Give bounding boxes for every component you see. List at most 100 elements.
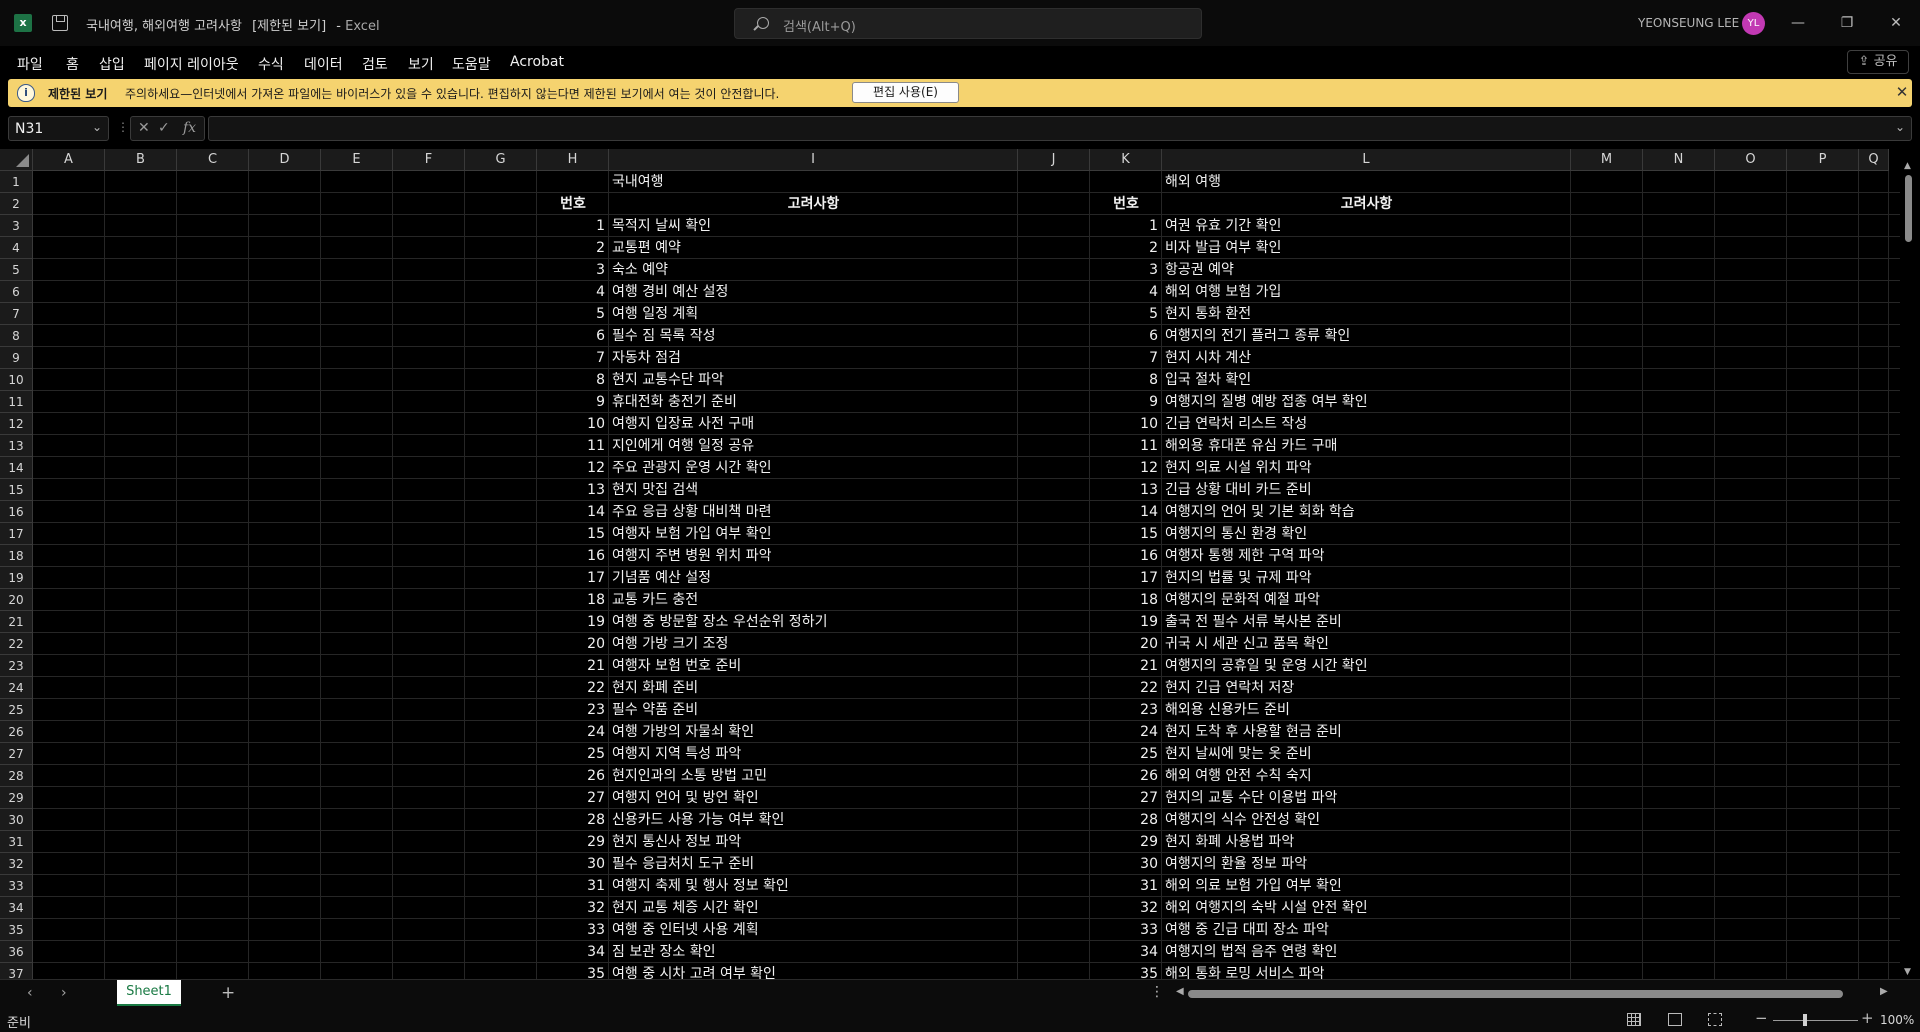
overseas-number-cell[interactable]: 14: [1090, 501, 1162, 523]
column-header-l[interactable]: L: [1162, 149, 1571, 171]
scroll-down-icon[interactable]: ▼: [1904, 967, 1911, 977]
domestic-item-cell[interactable]: 현지인과의 소통 방법 고민: [609, 765, 1018, 787]
overseas-number-cell[interactable]: 33: [1090, 919, 1162, 941]
overseas-item-cell[interactable]: 여행지의 전기 플러그 종류 확인: [1162, 325, 1571, 347]
select-all-button[interactable]: [0, 149, 33, 171]
overseas-number-cell[interactable]: 21: [1090, 655, 1162, 677]
overseas-item-cell[interactable]: 해외 통화 로밍 서비스 파악: [1162, 963, 1571, 979]
zoom-slider-thumb[interactable]: [1803, 1014, 1807, 1026]
page-break-preview-icon[interactable]: [1708, 1013, 1722, 1026]
overseas-number-cell[interactable]: 28: [1090, 809, 1162, 831]
overseas-number-cell[interactable]: 15: [1090, 523, 1162, 545]
column-header-e[interactable]: E: [321, 149, 393, 171]
domestic-number-cell[interactable]: 34: [537, 941, 609, 963]
row-header[interactable]: 24: [0, 677, 33, 699]
overseas-item-cell[interactable]: 여행 중 긴급 대피 장소 파악: [1162, 919, 1571, 941]
overseas-number-cell[interactable]: 12: [1090, 457, 1162, 479]
domestic-item-cell[interactable]: 현지 교통 체증 시간 확인: [609, 897, 1018, 919]
column-header-p[interactable]: P: [1787, 149, 1859, 171]
column-header-a[interactable]: A: [33, 149, 105, 171]
overseas-number-cell[interactable]: 11: [1090, 435, 1162, 457]
domestic-number-cell[interactable]: 8: [537, 369, 609, 391]
overseas-item-cell[interactable]: 현지 날씨에 맞는 옷 준비: [1162, 743, 1571, 765]
overseas-number-cell[interactable]: 9: [1090, 391, 1162, 413]
avatar[interactable]: YL: [1742, 12, 1765, 35]
domestic-number-cell[interactable]: 6: [537, 325, 609, 347]
domestic-number-cell[interactable]: 22: [537, 677, 609, 699]
column-header-d[interactable]: D: [249, 149, 321, 171]
domestic-item-cell[interactable]: 여행 경비 예산 설정: [609, 281, 1018, 303]
column-header-k[interactable]: K: [1090, 149, 1162, 171]
formula-bar-splitter[interactable]: ⋮: [117, 120, 129, 134]
domestic-item-cell[interactable]: 현지 교통수단 파악: [609, 369, 1018, 391]
chevron-down-icon[interactable]: ⌄: [92, 120, 102, 134]
domestic-number-cell[interactable]: 5: [537, 303, 609, 325]
row-header[interactable]: 15: [0, 479, 33, 501]
menu-acrobat[interactable]: Acrobat: [510, 54, 564, 70]
domestic-number-cell[interactable]: 31: [537, 875, 609, 897]
overseas-item-cell[interactable]: 여행지의 환율 정보 파악: [1162, 853, 1571, 875]
overseas-item-cell[interactable]: 현지의 법률 및 규제 파악: [1162, 567, 1571, 589]
domestic-item-cell[interactable]: 자동차 점검: [609, 347, 1018, 369]
zoom-level[interactable]: 100%: [1880, 1013, 1914, 1027]
row-header[interactable]: 17: [0, 523, 33, 545]
domestic-number-header[interactable]: 번호: [537, 193, 609, 215]
domestic-item-cell[interactable]: 여행 중 인터넷 사용 계획: [609, 919, 1018, 941]
overseas-number-cell[interactable]: 7: [1090, 347, 1162, 369]
domestic-item-cell[interactable]: 교통 카드 충전: [609, 589, 1018, 611]
overseas-number-cell[interactable]: 31: [1090, 875, 1162, 897]
column-header-m[interactable]: M: [1571, 149, 1643, 171]
domestic-item-cell[interactable]: 여행자 보험 가입 여부 확인: [609, 523, 1018, 545]
domestic-item-cell[interactable]: 현지 맛집 검색: [609, 479, 1018, 501]
menu-home[interactable]: 홈: [66, 54, 79, 74]
column-header-h[interactable]: H: [537, 149, 609, 171]
scroll-left-icon[interactable]: ◀: [1176, 986, 1184, 997]
row-header[interactable]: 34: [0, 897, 33, 919]
domestic-number-cell[interactable]: 29: [537, 831, 609, 853]
overseas-number-cell[interactable]: 20: [1090, 633, 1162, 655]
column-header-q[interactable]: Q: [1859, 149, 1889, 171]
overseas-number-cell[interactable]: 8: [1090, 369, 1162, 391]
domestic-number-cell[interactable]: 26: [537, 765, 609, 787]
enable-editing-button[interactable]: 편집 사용(E): [852, 82, 959, 103]
horizontal-scrollbar[interactable]: ◀ ▶: [1174, 986, 1894, 999]
horizontal-scroll-thumb[interactable]: [1188, 990, 1843, 998]
insert-function-icon[interactable]: fx: [183, 120, 196, 136]
minimize-button[interactable]: —: [1786, 12, 1810, 34]
overseas-item-cell[interactable]: 해외 여행 보험 가입: [1162, 281, 1571, 303]
domestic-number-cell[interactable]: 30: [537, 853, 609, 875]
domestic-number-cell[interactable]: 32: [537, 897, 609, 919]
domestic-number-cell[interactable]: 24: [537, 721, 609, 743]
domestic-number-cell[interactable]: 19: [537, 611, 609, 633]
overseas-item-cell[interactable]: 현지 화폐 사용법 파악: [1162, 831, 1571, 853]
overseas-item-cell[interactable]: 입국 절차 확인: [1162, 369, 1571, 391]
row-header[interactable]: 3: [0, 215, 33, 237]
row-header[interactable]: 6: [0, 281, 33, 303]
row-header[interactable]: 32: [0, 853, 33, 875]
menu-view[interactable]: 보기: [408, 54, 434, 74]
overseas-number-cell[interactable]: 24: [1090, 721, 1162, 743]
row-header[interactable]: 23: [0, 655, 33, 677]
domestic-number-cell[interactable]: 20: [537, 633, 609, 655]
domestic-item-cell[interactable]: 필수 응급처치 도구 준비: [609, 853, 1018, 875]
domestic-number-cell[interactable]: 4: [537, 281, 609, 303]
overseas-item-cell[interactable]: 긴급 연락처 리스트 작성: [1162, 413, 1571, 435]
domestic-item-header[interactable]: 고려사항: [609, 193, 1018, 215]
row-header[interactable]: 13: [0, 435, 33, 457]
row-header[interactable]: 11: [0, 391, 33, 413]
overseas-item-cell[interactable]: 해외 의료 보험 가입 여부 확인: [1162, 875, 1571, 897]
overseas-number-cell[interactable]: 23: [1090, 699, 1162, 721]
overseas-number-cell[interactable]: 17: [1090, 567, 1162, 589]
overseas-number-cell[interactable]: 3: [1090, 259, 1162, 281]
row-header[interactable]: 25: [0, 699, 33, 721]
domestic-item-cell[interactable]: 짐 보관 장소 확인: [609, 941, 1018, 963]
domestic-item-cell[interactable]: 여행 가방의 자물쇠 확인: [609, 721, 1018, 743]
search-input[interactable]: 검색(Alt+Q): [734, 8, 1202, 39]
overseas-number-cell[interactable]: 13: [1090, 479, 1162, 501]
overseas-number-cell[interactable]: 25: [1090, 743, 1162, 765]
vertical-scrollbar[interactable]: ▲ ▼: [1900, 161, 1918, 979]
overseas-item-cell[interactable]: 여행지의 식수 안전성 확인: [1162, 809, 1571, 831]
domestic-item-cell[interactable]: 휴대전화 충전기 준비: [609, 391, 1018, 413]
column-header-g[interactable]: G: [465, 149, 537, 171]
share-button[interactable]: ⇪ 공유: [1847, 50, 1909, 74]
